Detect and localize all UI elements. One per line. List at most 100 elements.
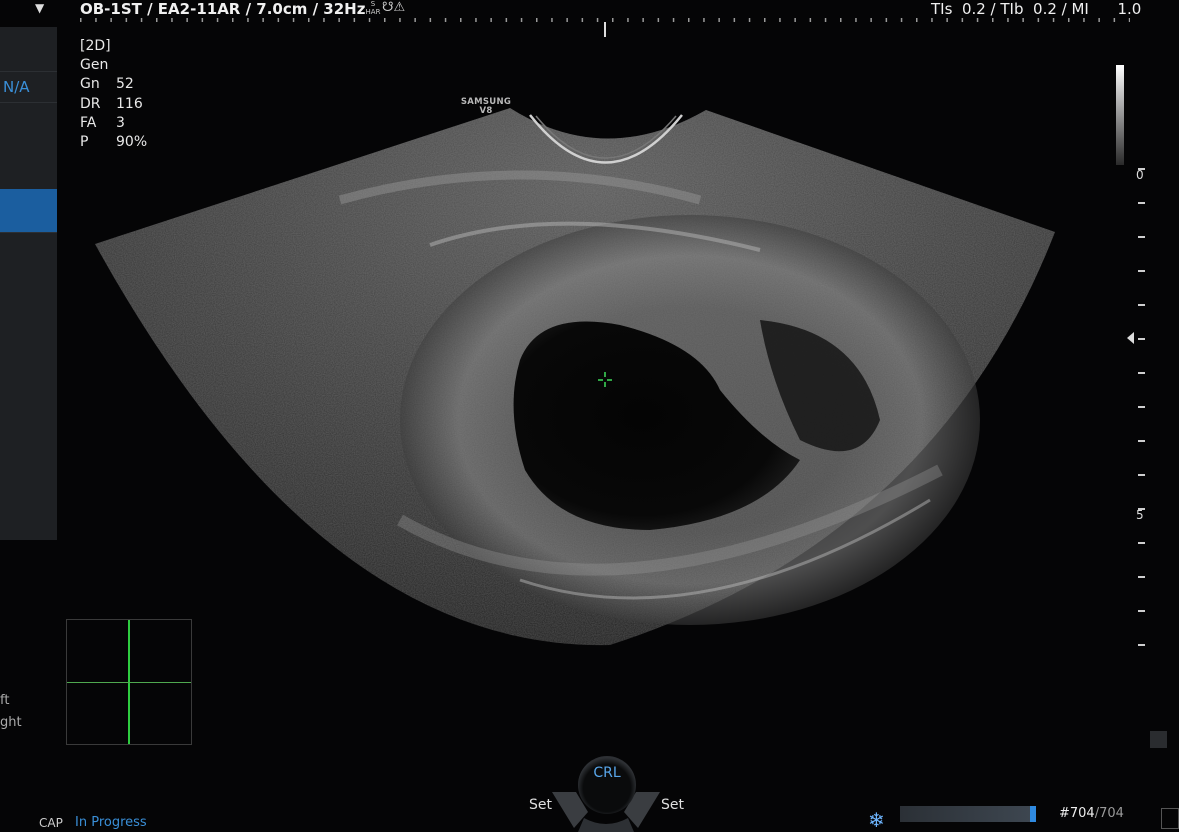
depth-label-5: 5	[1136, 508, 1144, 522]
ruler-tick	[140, 18, 143, 22]
ruler-tick	[748, 18, 751, 22]
chevron-down-icon[interactable]: ▼	[35, 1, 44, 15]
mode-label: [2D]	[80, 38, 111, 54]
ruler-tick	[156, 18, 158, 22]
ruler-tick	[840, 18, 842, 22]
param-row: P 90%	[80, 134, 148, 151]
set-right-button[interactable]: Set	[661, 797, 684, 813]
ruler-tick	[596, 18, 599, 22]
ruler-tick	[505, 18, 508, 22]
ruler-tick	[292, 18, 295, 22]
har-icon: S HAR	[365, 0, 381, 16]
sidebar-item-selected[interactable]	[0, 189, 57, 233]
crl-label[interactable]: CRL	[578, 765, 636, 781]
ruler-tick	[855, 18, 857, 22]
probe-preset-info[interactable]: OB-1ST / EA2-11AR / 7.0cm / 32Hz	[80, 0, 365, 18]
depth-tick	[1138, 270, 1145, 272]
minimap-horizontal-line	[67, 682, 191, 683]
ruler-tick	[566, 18, 568, 22]
focus-marker-icon[interactable]	[1127, 332, 1134, 344]
ruler-tick	[1113, 18, 1116, 22]
cap-label: CAP	[39, 816, 63, 830]
ruler-tick	[490, 18, 492, 22]
ruler-tick	[399, 18, 401, 22]
ruler-tick	[414, 18, 416, 22]
depth-tick	[1138, 576, 1145, 578]
ruler-tick	[794, 18, 796, 22]
ruler-tick	[551, 18, 553, 22]
param-row: DR 116	[80, 95, 143, 112]
ruler-tick	[186, 18, 188, 22]
ruler-tick	[581, 18, 584, 22]
ruler-tick	[688, 18, 690, 22]
depth-tick	[1138, 236, 1145, 238]
ruler-tick	[368, 18, 371, 22]
ruler-tick	[809, 18, 812, 22]
ruler-tick	[1083, 18, 1085, 22]
ruler-tick	[976, 18, 979, 22]
ruler-tick	[201, 18, 204, 22]
ruler-tick	[444, 18, 447, 22]
depth-tick	[1138, 474, 1145, 476]
depth-tick	[1138, 304, 1145, 306]
ruler-tick	[338, 18, 340, 22]
ruler-tick	[110, 18, 112, 22]
ruler-tick	[779, 18, 781, 22]
ruler-tick	[642, 18, 644, 22]
depth-label-0: 0	[1136, 168, 1144, 182]
depth-tick	[1138, 168, 1145, 170]
ruler-tick	[460, 18, 462, 22]
depth-tick	[1138, 440, 1145, 442]
param-row: FA 3	[80, 114, 125, 131]
ruler-tick	[1098, 18, 1100, 22]
ruler-tick	[627, 18, 629, 22]
ruler-tick	[262, 18, 264, 22]
ruler-tick	[323, 18, 325, 22]
cine-progress-bar[interactable]	[900, 806, 1036, 822]
small-square-button[interactable]	[1150, 731, 1167, 748]
preset-label: Gen	[80, 57, 109, 74]
ruler-tick	[171, 18, 173, 22]
center-line-marker	[604, 22, 606, 37]
ruler-tick	[1007, 18, 1009, 22]
probe-orientation-icon: ☋⚠	[382, 0, 406, 15]
sidebar-item-3[interactable]	[0, 104, 57, 190]
ruler-tick	[946, 18, 948, 22]
scan-sector	[95, 108, 1055, 646]
depth-tick	[1138, 202, 1145, 204]
sidebar-item-na[interactable]: N/A	[0, 71, 57, 103]
sidebar-partial-label-right[interactable]: ght	[0, 715, 22, 730]
ruler-tick	[475, 18, 477, 22]
depth-tick	[1138, 338, 1145, 340]
corner-box[interactable]	[1161, 808, 1179, 829]
ruler-tick	[1128, 18, 1130, 22]
ruler-tick	[353, 18, 356, 22]
sidebar-partial-label-left[interactable]: ft	[0, 693, 9, 708]
snowflake-icon[interactable]: ❄	[868, 808, 885, 832]
depth-tick	[1138, 644, 1145, 646]
ruler-tick	[429, 18, 432, 22]
ruler-tick	[536, 18, 538, 22]
depth-tick	[1138, 508, 1145, 510]
ruler-tick	[824, 18, 827, 22]
ruler-tick	[277, 18, 280, 22]
ruler-tick	[1052, 18, 1055, 22]
ruler-tick	[80, 18, 82, 22]
ruler-tick	[718, 18, 720, 22]
ruler-tick	[657, 18, 660, 22]
set-left-button[interactable]: Set	[529, 797, 552, 813]
ruler-tick	[992, 18, 994, 22]
ruler-tick	[733, 18, 736, 22]
ruler-tick	[931, 18, 933, 22]
sidebar-item-1[interactable]	[0, 27, 57, 72]
ruler-tick	[961, 18, 964, 22]
frame-counter: #704/704	[1059, 806, 1124, 821]
ruler-tick	[232, 18, 234, 22]
cine-progress-marker[interactable]	[1030, 806, 1036, 822]
samsung-logo: SAMSUNG V8	[460, 97, 512, 116]
depth-tick	[1138, 406, 1145, 408]
depth-tick	[1138, 542, 1145, 544]
depth-tick	[1138, 610, 1145, 612]
ruler-tick	[885, 18, 888, 22]
zoom-minimap[interactable]	[66, 619, 192, 745]
